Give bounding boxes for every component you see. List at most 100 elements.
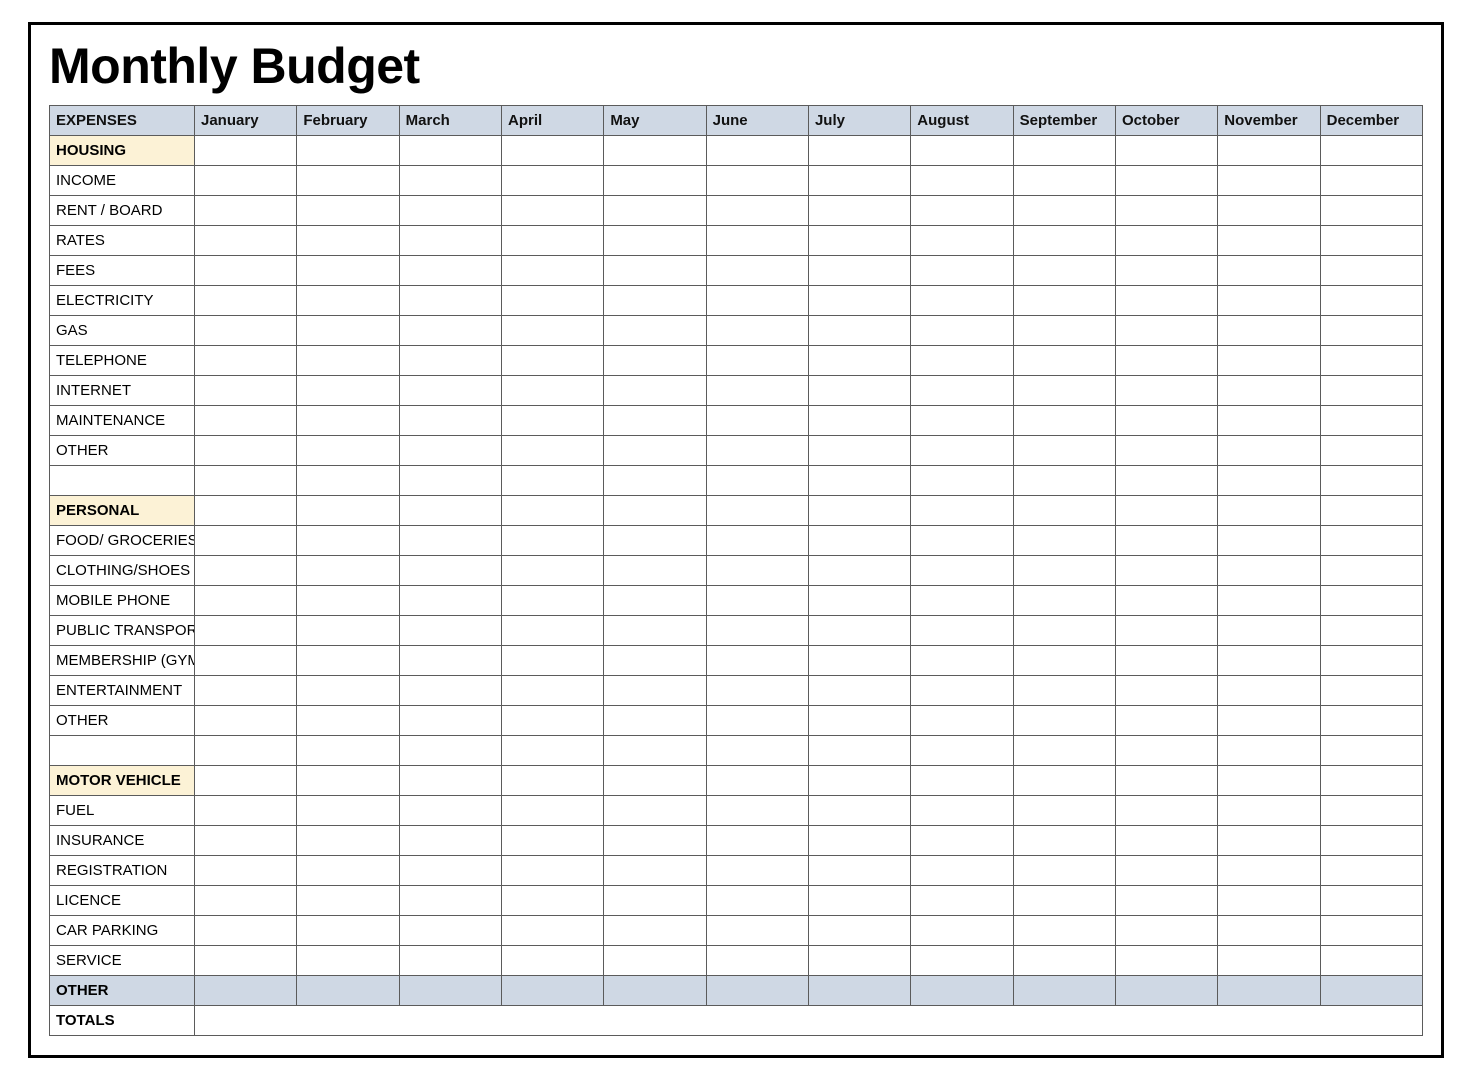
value-cell[interactable] [604, 406, 706, 436]
value-cell[interactable] [706, 526, 808, 556]
value-cell[interactable] [1320, 946, 1422, 976]
value-cell[interactable] [604, 136, 706, 166]
value-cell[interactable] [1115, 646, 1217, 676]
value-cell[interactable] [1115, 496, 1217, 526]
value-cell[interactable] [1320, 766, 1422, 796]
value-cell[interactable] [297, 226, 399, 256]
value-cell[interactable] [1320, 436, 1422, 466]
value-cell[interactable] [1013, 616, 1115, 646]
value-cell[interactable] [911, 436, 1013, 466]
value-cell[interactable] [808, 826, 910, 856]
value-cell[interactable] [1218, 676, 1320, 706]
value-cell[interactable] [604, 526, 706, 556]
value-cell[interactable] [604, 556, 706, 586]
value-cell[interactable] [195, 946, 297, 976]
value-cell[interactable] [399, 766, 501, 796]
value-cell[interactable] [808, 496, 910, 526]
value-cell[interactable] [399, 556, 501, 586]
value-cell[interactable] [195, 766, 297, 796]
value-cell[interactable] [399, 886, 501, 916]
value-cell[interactable] [1320, 376, 1422, 406]
value-cell[interactable] [808, 796, 910, 826]
value-cell[interactable] [195, 886, 297, 916]
value-cell[interactable] [604, 346, 706, 376]
value-cell[interactable] [604, 196, 706, 226]
value-cell[interactable] [1320, 496, 1422, 526]
value-cell[interactable] [399, 796, 501, 826]
value-cell[interactable] [297, 316, 399, 346]
value-cell[interactable] [808, 946, 910, 976]
value-cell[interactable] [808, 196, 910, 226]
value-cell[interactable] [1320, 916, 1422, 946]
value-cell[interactable] [706, 556, 808, 586]
value-cell[interactable] [1013, 346, 1115, 376]
value-cell[interactable] [604, 826, 706, 856]
value-cell[interactable] [399, 346, 501, 376]
value-cell[interactable] [911, 676, 1013, 706]
value-cell[interactable] [808, 226, 910, 256]
value-cell[interactable] [911, 706, 1013, 736]
value-cell[interactable] [1115, 526, 1217, 556]
value-cell[interactable] [911, 976, 1013, 1006]
value-cell[interactable] [706, 796, 808, 826]
value-cell[interactable] [1115, 976, 1217, 1006]
value-cell[interactable] [399, 826, 501, 856]
value-cell[interactable] [911, 136, 1013, 166]
value-cell[interactable] [501, 286, 603, 316]
value-cell[interactable] [808, 286, 910, 316]
value-cell[interactable] [911, 346, 1013, 376]
value-cell[interactable] [501, 706, 603, 736]
value-cell[interactable] [808, 886, 910, 916]
value-cell[interactable] [1013, 946, 1115, 976]
value-cell[interactable] [808, 646, 910, 676]
value-cell[interactable] [501, 766, 603, 796]
value-cell[interactable] [911, 886, 1013, 916]
value-cell[interactable] [1320, 676, 1422, 706]
value-cell[interactable] [808, 556, 910, 586]
value-cell[interactable] [1218, 706, 1320, 736]
value-cell[interactable] [195, 586, 297, 616]
value-cell[interactable] [604, 796, 706, 826]
value-cell[interactable] [399, 316, 501, 346]
value-cell[interactable] [501, 676, 603, 706]
value-cell[interactable] [604, 676, 706, 706]
value-cell[interactable] [195, 646, 297, 676]
value-cell[interactable] [808, 316, 910, 346]
value-cell[interactable] [1320, 346, 1422, 376]
value-cell[interactable] [195, 286, 297, 316]
value-cell[interactable] [604, 976, 706, 1006]
value-cell[interactable] [1218, 616, 1320, 646]
value-cell[interactable] [911, 376, 1013, 406]
value-cell[interactable] [1320, 856, 1422, 886]
value-cell[interactable] [399, 436, 501, 466]
value-cell[interactable] [1115, 166, 1217, 196]
value-cell[interactable] [706, 886, 808, 916]
value-cell[interactable] [1115, 316, 1217, 346]
value-cell[interactable] [1115, 766, 1217, 796]
value-cell[interactable] [1013, 916, 1115, 946]
value-cell[interactable] [911, 526, 1013, 556]
value-cell[interactable] [195, 316, 297, 346]
value-cell[interactable] [706, 976, 808, 1006]
value-cell[interactable] [195, 136, 297, 166]
value-cell[interactable] [1115, 796, 1217, 826]
value-cell[interactable] [399, 856, 501, 886]
value-cell[interactable] [808, 256, 910, 286]
value-cell[interactable] [808, 976, 910, 1006]
value-cell[interactable] [808, 376, 910, 406]
value-cell[interactable] [1115, 376, 1217, 406]
value-cell[interactable] [1218, 946, 1320, 976]
value-cell[interactable] [297, 136, 399, 166]
value-cell[interactable] [911, 766, 1013, 796]
value-cell[interactable] [297, 826, 399, 856]
value-cell[interactable] [1115, 706, 1217, 736]
value-cell[interactable] [195, 706, 297, 736]
value-cell[interactable] [501, 166, 603, 196]
value-cell[interactable] [1013, 286, 1115, 316]
value-cell[interactable] [195, 616, 297, 646]
value-cell[interactable] [195, 376, 297, 406]
value-cell[interactable] [195, 976, 297, 1006]
value-cell[interactable] [604, 856, 706, 886]
value-cell[interactable] [399, 136, 501, 166]
value-cell[interactable] [399, 376, 501, 406]
